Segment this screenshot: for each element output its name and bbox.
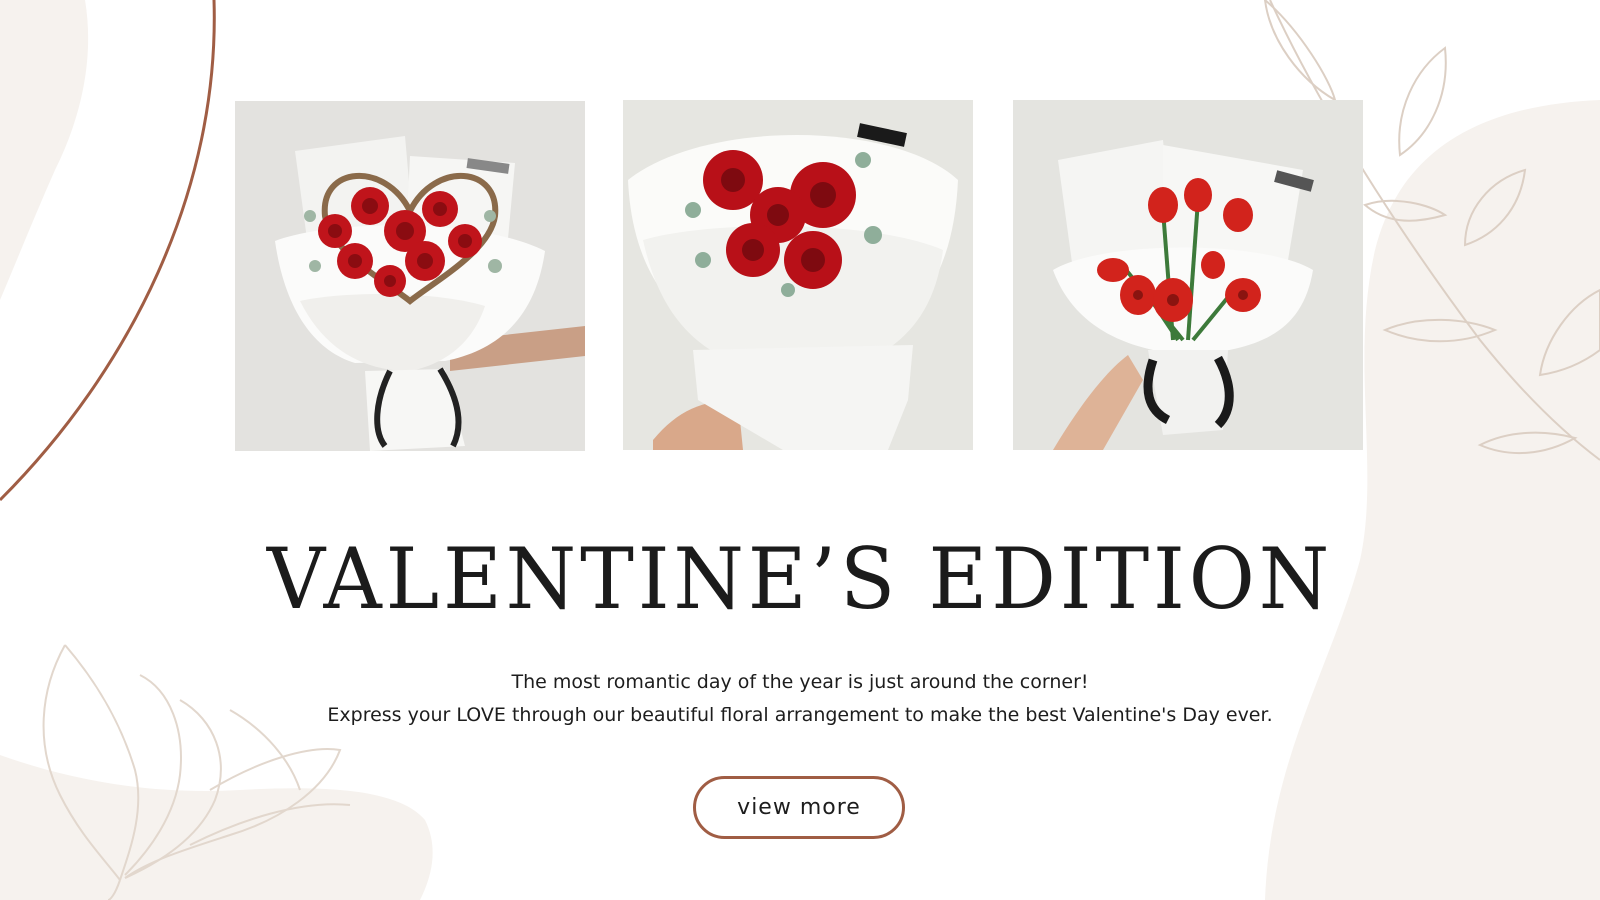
description-line-2: Express your LOVE through our beautiful …	[327, 704, 1273, 726]
beige-blob-left-top	[0, 0, 89, 300]
product-photo-heart-wreath-bouquet[interactable]	[235, 101, 585, 451]
product-photo-red-rose-bouquet[interactable]	[623, 100, 973, 450]
page-title: VALENTINE’S EDITION	[266, 530, 1334, 628]
beige-blob-bottom-left	[0, 755, 433, 900]
banner-description: The most romantic day of the year is jus…	[0, 666, 1600, 732]
view-more-button[interactable]: view more	[693, 776, 905, 839]
product-photo-red-tulip-bouquet[interactable]	[1013, 100, 1363, 450]
description-line-1: The most romantic day of the year is jus…	[511, 671, 1089, 693]
